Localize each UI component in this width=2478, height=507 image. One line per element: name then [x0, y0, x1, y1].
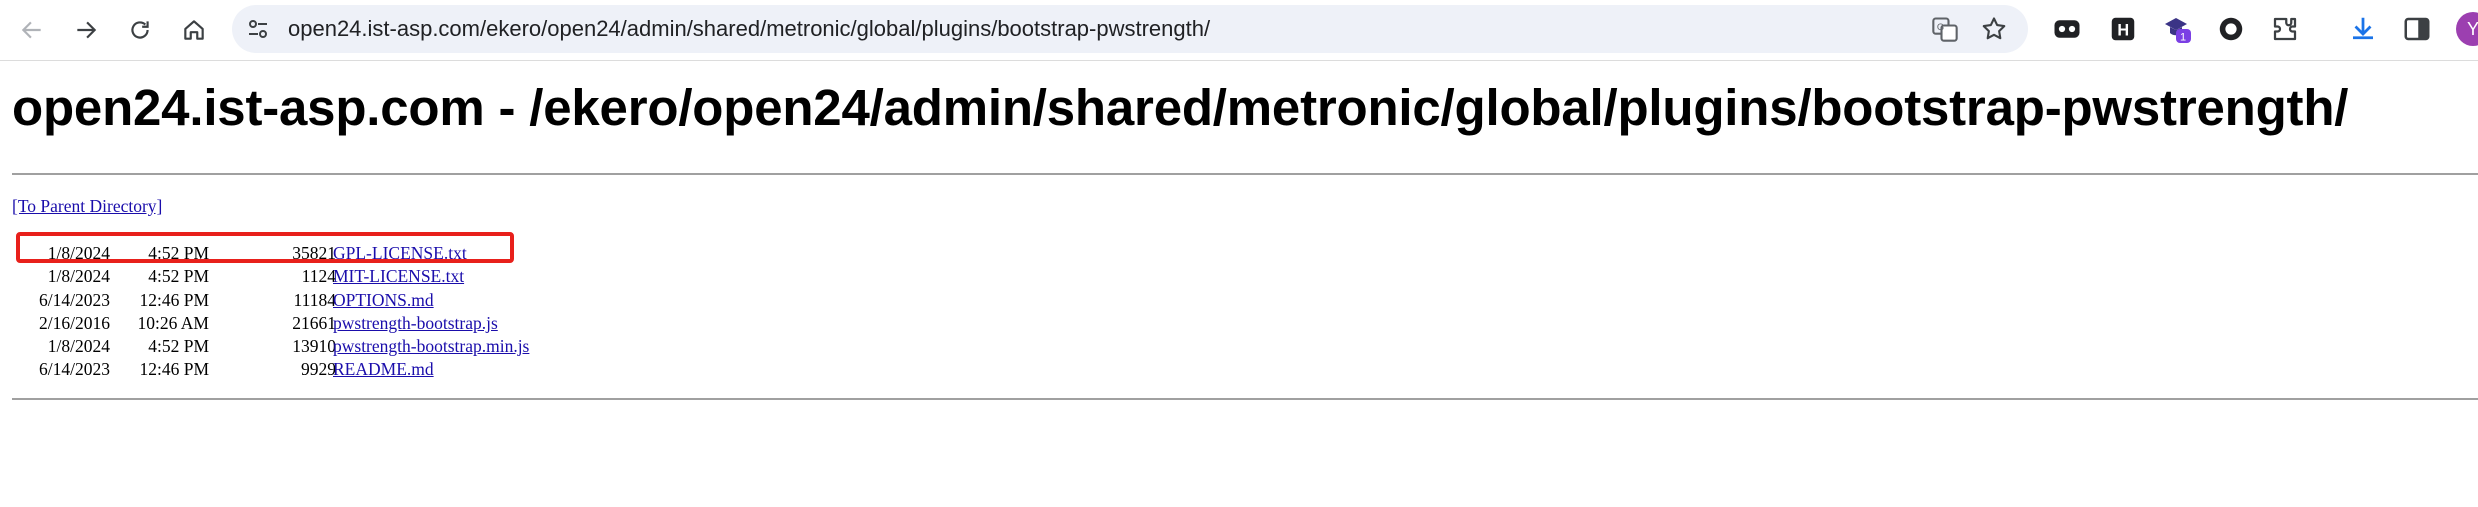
- extension-badge: 1: [2180, 32, 2186, 44]
- file-size: 13910: [292, 336, 336, 357]
- bottom-divider: [12, 398, 2478, 400]
- file-link[interactable]: README.md: [333, 358, 434, 381]
- home-icon: [184, 20, 204, 40]
- file-time: 12:46 PM: [139, 289, 209, 310]
- site-info-icon[interactable]: [246, 17, 270, 41]
- home-button[interactable]: [174, 10, 214, 50]
- file-size: 1124: [301, 266, 336, 287]
- file-date: 1/8/2024: [47, 336, 110, 357]
- page-title: open24.ist-asp.com - /ekero/open24/admin…: [12, 79, 2349, 136]
- file-date: 6/14/2023: [39, 359, 110, 380]
- file-time: 4:52 PM: [148, 266, 209, 287]
- file-size: 11184: [293, 289, 336, 310]
- file-time: 4:52 PM: [148, 336, 209, 357]
- file-link[interactable]: OPTIONS.md: [333, 289, 434, 312]
- file-date: 2/16/2016: [39, 312, 110, 333]
- back-button[interactable]: [12, 10, 52, 50]
- file-link[interactable]: pwstrength-bootstrap.js: [333, 312, 498, 335]
- side-panel-icon[interactable]: [2402, 14, 2432, 44]
- address-bar[interactable]: open24.ist-asp.com/ekero/open24/admin/sh…: [232, 5, 2028, 53]
- extension-circle-icon[interactable]: [2216, 14, 2246, 44]
- highlight-box: [16, 232, 514, 263]
- file-size: 9929: [301, 359, 336, 380]
- bookmark-star-icon[interactable]: [1980, 15, 2008, 43]
- extension-icon[interactable]: [2270, 14, 2300, 44]
- svg-text:G: G: [1937, 22, 1944, 32]
- top-divider: [12, 173, 2478, 175]
- extension-h-icon[interactable]: H: [2108, 14, 2138, 44]
- extension-mask-icon[interactable]: [2052, 14, 2082, 44]
- profile-avatar[interactable]: Y: [2456, 12, 2478, 46]
- file-date: 6/14/2023: [39, 289, 110, 310]
- file-size: 21661: [292, 312, 336, 333]
- parent-directory-link[interactable]: [To Parent Directory]: [12, 196, 162, 217]
- file-time: 12:46 PM: [139, 359, 209, 380]
- reload-icon: [131, 21, 149, 39]
- file-time: 10:26 AM: [137, 312, 209, 333]
- reload-button[interactable]: [120, 10, 160, 50]
- url-text[interactable]: open24.ist-asp.com/ekero/open24/admin/sh…: [288, 5, 1210, 53]
- browser-toolbar: open24.ist-asp.com/ekero/open24/admin/sh…: [0, 0, 2478, 61]
- forward-button[interactable]: [66, 10, 106, 50]
- extension-cap-icon[interactable]: 1: [2162, 14, 2192, 44]
- back-icon: [21, 21, 41, 39]
- translate-icon[interactable]: G: [1931, 15, 1959, 43]
- file-link[interactable]: MIT-LICENSE.txt: [333, 265, 464, 288]
- svg-text:H: H: [2117, 21, 2129, 39]
- file-date: 1/8/2024: [47, 266, 110, 287]
- downloads-icon[interactable]: [2348, 14, 2378, 44]
- file-link[interactable]: pwstrength-bootstrap.min.js: [333, 335, 529, 358]
- forward-icon: [77, 21, 97, 39]
